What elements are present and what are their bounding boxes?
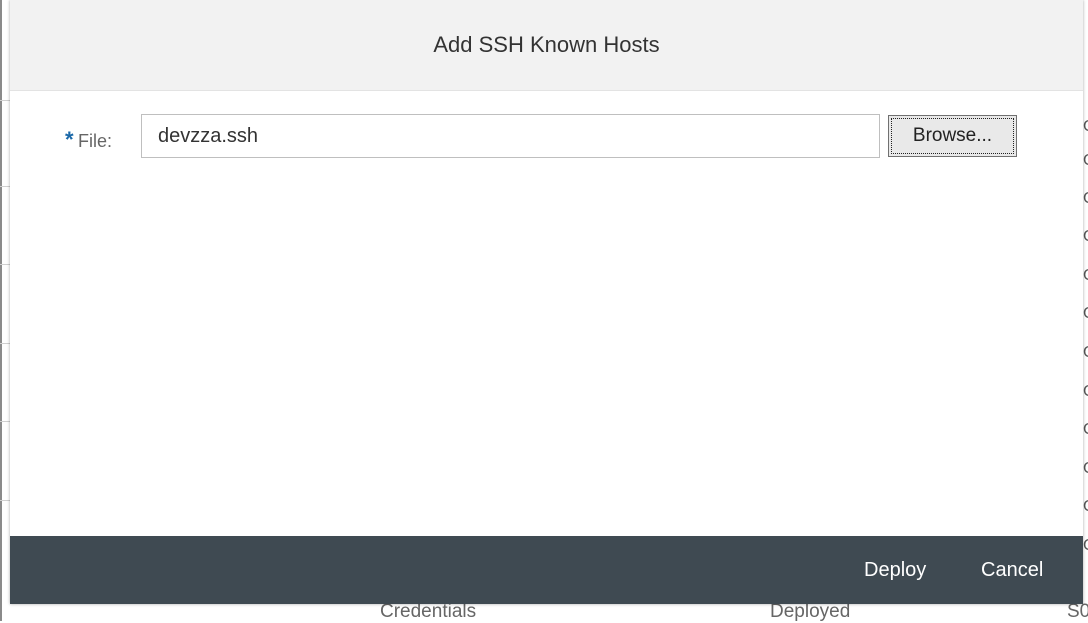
background-column-deployed: Deployed xyxy=(770,601,851,622)
deploy-button[interactable]: Deploy xyxy=(864,536,926,604)
background-cell-text: C xyxy=(1083,118,1088,136)
dialog-header: Add SSH Known Hosts xyxy=(10,0,1083,91)
background-cell-text: C xyxy=(1083,190,1088,208)
file-label: File: xyxy=(78,131,113,151)
background-cell-text: C xyxy=(1083,383,1088,401)
dialog-title: Add SSH Known Hosts xyxy=(433,32,660,57)
background-cell-text: C xyxy=(1083,344,1088,362)
background-cell-text: C xyxy=(1083,152,1088,170)
background-cell-text: C xyxy=(1083,498,1088,516)
background-cell-text: C xyxy=(1083,267,1088,285)
dialog-footer: Deploy Cancel xyxy=(10,536,1083,604)
background-cell-text: C xyxy=(1083,228,1088,246)
background-cell-text: C xyxy=(1083,537,1088,555)
background-cell-text: C xyxy=(1083,421,1088,439)
add-ssh-known-hosts-dialog: Add SSH Known Hosts * File: Browse... De… xyxy=(10,0,1083,604)
file-form-row: * File: Browse... xyxy=(10,114,1083,160)
background-column-s0: S0 xyxy=(1067,601,1088,622)
required-marker: * xyxy=(65,127,74,152)
background-cell-text: C xyxy=(1083,460,1088,478)
browse-button[interactable]: Browse... xyxy=(888,115,1017,157)
file-input[interactable] xyxy=(141,114,880,158)
cancel-button[interactable]: Cancel xyxy=(981,536,1043,604)
background-cell-text: C xyxy=(1083,305,1088,323)
browse-button-label: Browse... xyxy=(912,125,993,146)
background-column-credentials: Credentials xyxy=(380,601,477,622)
background-left-border xyxy=(0,0,2,621)
